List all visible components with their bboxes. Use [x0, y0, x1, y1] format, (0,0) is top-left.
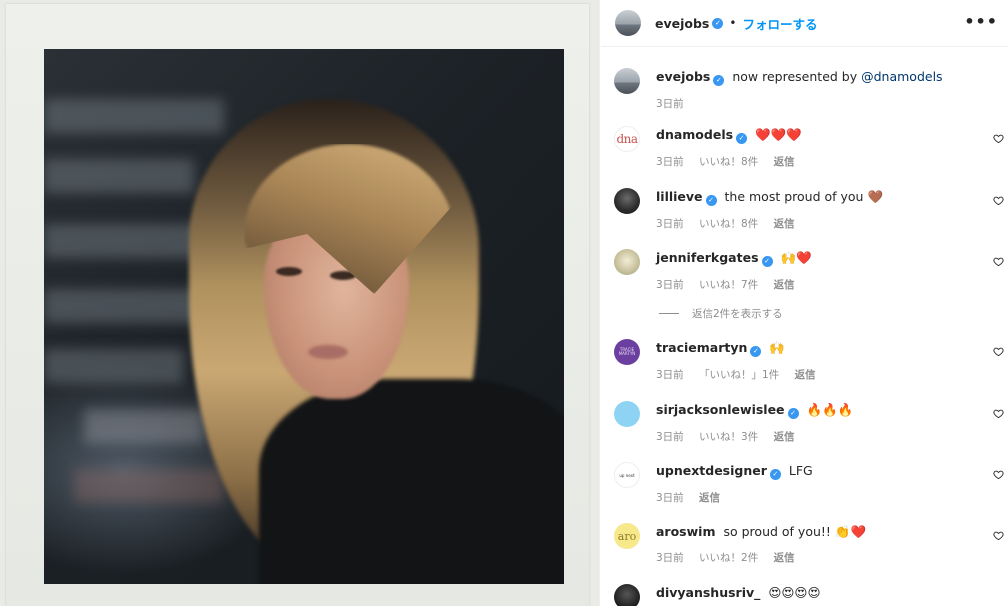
view-replies-label: 返信2件を表示する	[692, 308, 783, 320]
comment-time[interactable]: 3日前	[656, 431, 684, 443]
post-media[interactable]	[0, 0, 600, 606]
verified-badge-icon: ✓	[750, 346, 762, 357]
comment-time[interactable]: 3日前	[656, 218, 684, 230]
comment-text: 😍😍😍😍	[768, 585, 821, 600]
reply-button[interactable]: 返信	[795, 369, 816, 381]
comment-text: the most proud of you 🤎	[724, 189, 884, 204]
comment-text: ❤️❤️❤️	[755, 127, 802, 142]
avatar-logo-text: aro	[617, 529, 637, 543]
comment-likes[interactable]: いいね！8件	[699, 218, 758, 230]
reply-button[interactable]: 返信	[774, 156, 795, 168]
comment-text: 🙌❤️	[780, 250, 812, 265]
verified-badge-icon: ✓	[712, 17, 724, 29]
heart-icon[interactable]	[993, 530, 1004, 541]
comments-list[interactable]: evejobs ✓ now represented by @dnamodels 3…	[601, 48, 1008, 606]
owner-username[interactable]: evejobs	[655, 16, 709, 31]
reply-button[interactable]: 返信	[774, 431, 795, 443]
avatar[interactable]	[614, 584, 640, 606]
comment-time[interactable]: 3日前	[656, 156, 684, 168]
verified-badge-icon: ✓	[761, 256, 773, 267]
heart-icon[interactable]	[993, 469, 1004, 480]
more-options-icon[interactable]: •••	[964, 14, 998, 30]
comment-time[interactable]: 3日前	[656, 369, 684, 381]
comment-time[interactable]: 3日前	[656, 279, 684, 291]
comment-username[interactable]: upnextdesigner	[656, 463, 767, 478]
verified-badge-icon: ✓	[769, 469, 781, 480]
bg-shelf	[44, 289, 204, 323]
comment-username[interactable]: traciemartyn	[656, 340, 747, 355]
comment-username[interactable]: sirjacksonlewislee	[656, 402, 785, 417]
verified-badge-icon: ✓	[736, 133, 748, 144]
comment-text: so proud of you!! 👏❤️	[723, 524, 867, 539]
comment-username[interactable]: lillieve	[656, 189, 703, 204]
follow-button[interactable]: フォローする	[742, 14, 817, 33]
verified-badge-icon: ✓	[713, 75, 725, 86]
polaroid-frame	[6, 4, 589, 606]
comment-time[interactable]: 3日前	[656, 552, 684, 564]
avatar-logo-text: up next	[619, 472, 635, 478]
comments-panel: evejobs ✓ • フォローする ••• evejobs ✓ now repr…	[601, 0, 1008, 606]
heart-icon[interactable]	[993, 408, 1004, 419]
comment-text: LFG	[788, 463, 813, 478]
caption-mention[interactable]: @dnamodels	[861, 69, 942, 84]
heart-icon[interactable]	[993, 133, 1004, 144]
avatar[interactable]: TRACIE MARTYN	[614, 339, 640, 365]
comment-username[interactable]: dnamodels	[656, 127, 733, 142]
bg-shelf	[44, 349, 184, 383]
comment-text: 🙌	[769, 340, 785, 355]
avatar[interactable]: aro	[614, 523, 640, 549]
post-header: evejobs ✓ • フォローする •••	[601, 0, 1008, 47]
comment-likes[interactable]: いいね！7件	[699, 279, 758, 291]
avatar[interactable]: dna	[614, 126, 640, 152]
bg-shelf	[44, 99, 224, 133]
subject-eye	[276, 267, 302, 276]
subject-body	[259, 379, 564, 584]
avatar[interactable]	[615, 10, 641, 36]
reply-button[interactable]: 返信	[699, 492, 720, 504]
avatar-logo-text: TRACIE MARTYN	[618, 346, 636, 356]
avatar-logo-text: dna	[616, 132, 638, 146]
bg-books	[84, 409, 204, 443]
avatar[interactable]	[614, 401, 640, 427]
separator: •	[729, 16, 737, 30]
comment-text: 🔥🔥🔥	[806, 402, 854, 417]
avatar[interactable]	[614, 68, 640, 94]
comment-username[interactable]: divyanshusriv_	[656, 585, 760, 600]
reply-button[interactable]: 返信	[774, 218, 795, 230]
heart-icon[interactable]	[993, 195, 1004, 206]
verified-badge-icon: ✓	[787, 408, 799, 419]
heart-icon[interactable]	[993, 256, 1004, 267]
post-photo	[44, 49, 564, 584]
caption-text: now represented by	[732, 69, 862, 84]
verified-badge-icon: ✓	[705, 195, 717, 206]
comment-likes[interactable]: 「いいね！」1件	[699, 369, 779, 381]
reply-button[interactable]: 返信	[774, 279, 795, 291]
subject-lips	[308, 345, 348, 359]
comment-username[interactable]: jenniferkgates	[656, 250, 759, 265]
comment-username[interactable]: aroswim	[656, 524, 716, 539]
comment-likes[interactable]: いいね！3件	[699, 431, 758, 443]
comment-time[interactable]: 3日前	[656, 492, 684, 504]
avatar[interactable]: up next	[614, 462, 640, 488]
caption-username[interactable]: evejobs	[656, 69, 710, 84]
bg-books	[74, 469, 224, 503]
comment-likes[interactable]: いいね！2件	[699, 552, 758, 564]
reply-button[interactable]: 返信	[774, 552, 795, 564]
caption-time[interactable]: 3日前	[656, 98, 684, 110]
heart-icon[interactable]	[993, 346, 1004, 357]
avatar[interactable]	[614, 188, 640, 214]
view-replies-button[interactable]: 返信2件を表示する	[659, 306, 783, 321]
comment-likes[interactable]: いいね！8件	[699, 156, 758, 168]
view-replies-line	[659, 313, 679, 314]
bg-shelf	[44, 159, 194, 193]
avatar[interactable]	[614, 249, 640, 275]
